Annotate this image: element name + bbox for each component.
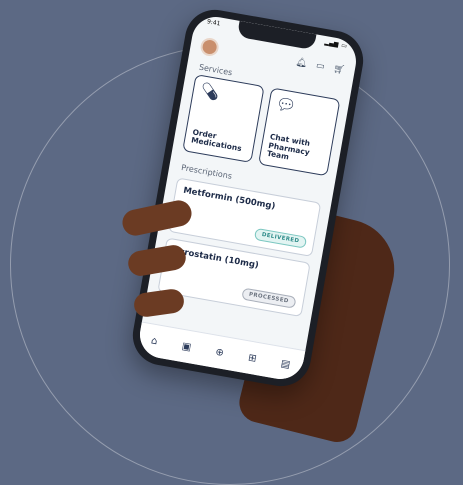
orders-icon[interactable]: ▣ — [181, 340, 192, 352]
card-title: Chat with Pharmacy Team — [266, 132, 311, 162]
top-icons: 🔔︎ ▭ 🛒︎ — [295, 57, 345, 75]
chat-bubble-icon: 💬︎ — [274, 93, 298, 116]
messages-icon[interactable]: ▤ — [280, 358, 291, 370]
add-icon[interactable]: ⊕ — [215, 346, 225, 358]
card-icon[interactable]: ▭ — [315, 61, 325, 72]
avatar[interactable] — [199, 36, 221, 58]
status-badge: DELIVERED — [253, 227, 308, 249]
cart-icon[interactable]: 🛒︎ — [332, 64, 345, 76]
chat-pharmacy-card[interactable]: 💬︎ Chat with Pharmacy Team — [258, 87, 341, 177]
order-medications-card[interactable]: 💊︎ Order Medications — [182, 74, 265, 164]
status-badge: PROCESSED — [240, 287, 297, 309]
prescription-name: Metformin (500mg) — [182, 185, 277, 212]
services-cards: 💊︎ Order Medications 💬︎ Chat with Pharma… — [182, 74, 341, 177]
notification-bell-icon[interactable]: 🔔︎ — [295, 57, 308, 69]
status-icons: ▂▄▆ ▭ — [324, 39, 347, 50]
status-time: 9:41 — [206, 18, 221, 28]
pills-icon: 💊︎ — [198, 80, 222, 103]
prescriptions-label: Prescriptions — [180, 163, 233, 181]
battery-icon: ▭ — [340, 41, 348, 50]
home-icon[interactable]: ⌂ — [150, 335, 158, 347]
apps-icon[interactable]: ⊞ — [247, 352, 257, 364]
card-title: Order Medications — [190, 127, 243, 154]
signal-icon: ▂▄▆ — [324, 39, 339, 49]
